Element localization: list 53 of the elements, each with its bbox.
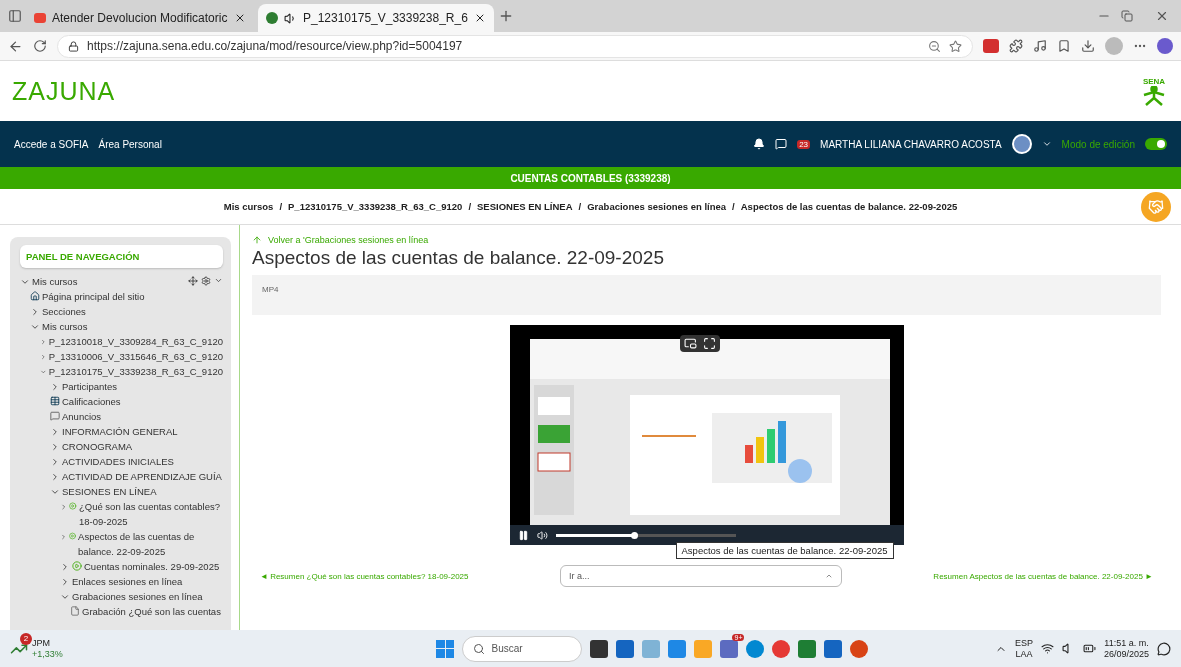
nav-item[interactable]: Grabaciones sesiones en línea <box>72 589 203 604</box>
nav-item[interactable]: CRONOGRAMA <box>62 439 133 454</box>
nav-item[interactable]: Participantes <box>62 379 117 394</box>
nav-item[interactable]: P_12310018_V_3309284_R_63_C_9120 <box>48 334 223 349</box>
sofia-link[interactable]: Accede a SOFIA <box>14 138 89 150</box>
breadcrumb-link[interactable]: SESIONES EN LÍNEA <box>477 201 573 212</box>
sena-logo-text: SENA <box>1142 76 1166 86</box>
file-type: MP4 <box>262 285 279 294</box>
url-text: https://zajuna.sena.edu.co/zajuna/mod/resource/view.php?id=5004197 <box>87 39 464 53</box>
breadcrumb-separator: / <box>578 201 582 212</box>
nav-item[interactable]: ACTIVIDADES INICIALES <box>62 454 174 469</box>
nav-item[interactable]: SESIONES EN LÍNEA <box>62 484 157 499</box>
nav-item[interactable]: Grabación ¿Qué son las cuentas <box>82 604 221 619</box>
nav-item[interactable]: Calificaciones <box>62 394 121 409</box>
nav-item[interactable]: Secciones <box>42 304 86 319</box>
nav-item[interactable]: P_13310006_V_3315646_R_63_C_9120 <box>48 349 223 364</box>
language-indicator[interactable]: ESP LAA <box>1014 637 1033 660</box>
breadcrumb-separator: / <box>468 201 471 212</box>
page-title: Aspectos de las cuentas de balance. 22-09-2025 <box>252 247 665 269</box>
breadcrumb-link[interactable]: Grabaciones sesiones en línea <box>587 201 727 212</box>
nav-item[interactable]: Mis cursos <box>42 319 88 334</box>
search-field[interactable]: Buscar <box>462 635 583 662</box>
nav-item[interactable]: Cuentas nominales. 29-09-2025 <box>84 559 220 574</box>
nav-item[interactable]: INFORMACIÓN GENERAL <box>62 424 178 439</box>
browser-tab[interactable]: P_12310175_V_3339238_R_6 <box>258 4 494 32</box>
address-field[interactable]: https://zajuna.sena.edu.co/zajuna/mod/resource/view.php?id=5004197 <box>57 34 973 58</box>
nav-item[interactable]: Página principal del sitio <box>42 289 145 304</box>
breadcrumb-link[interactable]: Mis cursos <box>223 201 274 212</box>
nav-item[interactable]: ¿Qué son las cuentas contables? 18-09-2025 <box>78 499 223 529</box>
widget-value: +1,33% <box>32 648 63 660</box>
nav-item[interactable]: Enlaces sesiones en línea <box>72 574 183 589</box>
browser-tab[interactable]: Atender Devolucion Modificatoric <box>26 4 254 32</box>
breadcrumb-separator: / <box>279 201 283 212</box>
breadcrumb-link[interactable]: P_12310175_V_3339238_R_63_C_9120 <box>288 201 463 212</box>
site-logo: ZAJUNA <box>12 76 116 106</box>
breadcrumb-link[interactable]: Aspectos de las cuentas de balance. 22-09-2025 <box>740 201 958 212</box>
video-tooltip: Aspectos de las cuentas de balance. 22-09-2025 <box>675 542 894 559</box>
widget-badge: 2 <box>20 632 32 645</box>
message-count: 23 <box>797 139 811 149</box>
widget-title: JPM <box>32 637 50 649</box>
user-name[interactable]: MARTHA LILIANA CHAVARRO ACOSTA <box>820 138 1002 150</box>
nav-item[interactable]: ACTIVIDAD DE APRENDIZAJE GUÍA <box>62 469 222 484</box>
course-title: CUENTAS CONTABLES (3339238) <box>0 167 1181 189</box>
nav-link[interactable]: Área Personal <box>98 138 162 150</box>
nav-item[interactable]: P_12310175_V_3339238_R_63_C_9120 <box>48 364 223 379</box>
nav-item[interactable]: Anuncios <box>62 409 102 424</box>
clock[interactable]: 11:51 a. m. 26/09/2025 <box>1103 637 1149 660</box>
jump-select[interactable]: Ir a... <box>559 565 842 587</box>
panel-title: PANEL DE NAVEGACIÓN <box>20 245 223 268</box>
edit-mode-label: Modo de edición <box>1061 138 1135 150</box>
breadcrumb-separator: / <box>732 201 735 212</box>
nav-item[interactable]: Mis cursos <box>32 274 78 289</box>
nav-item[interactable]: Aspectos de las cuentas de balance. 22-09-2025 <box>78 529 223 559</box>
